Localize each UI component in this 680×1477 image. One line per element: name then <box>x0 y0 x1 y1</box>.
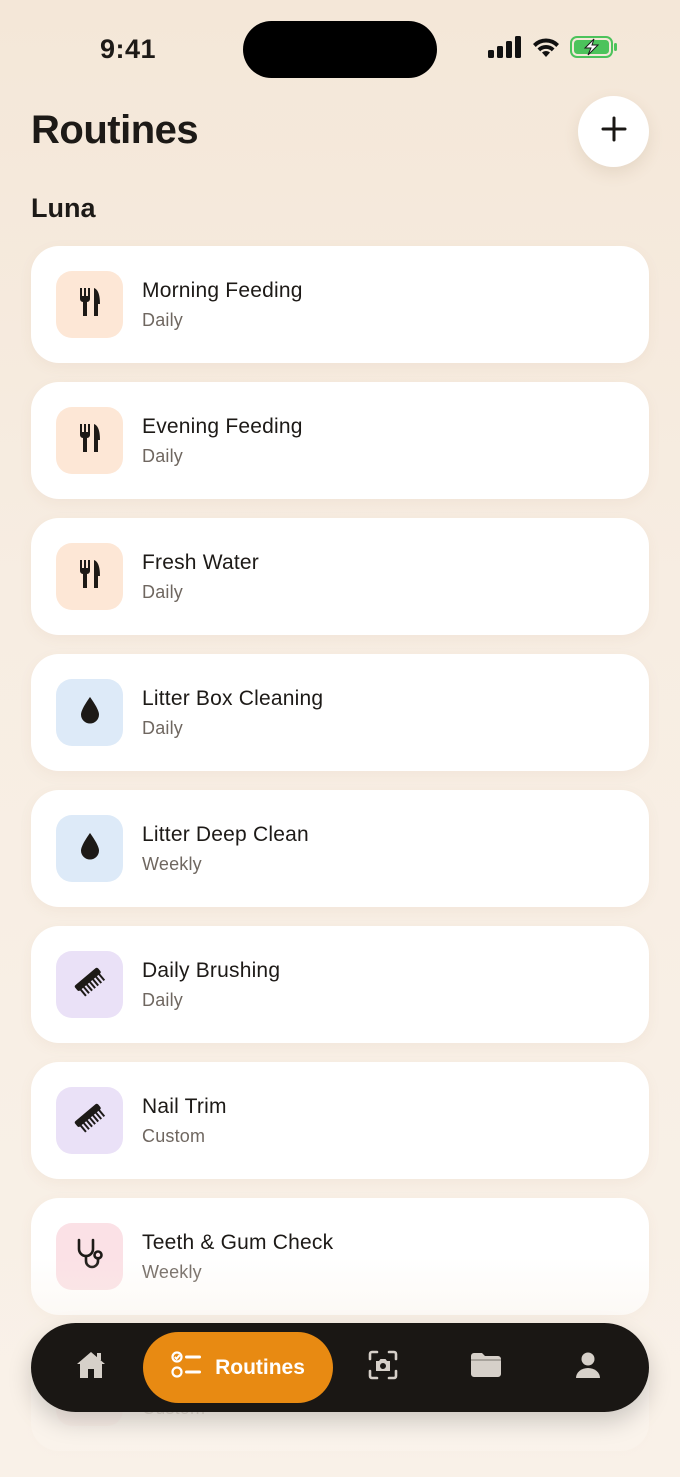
routine-card[interactable]: Litter Box Cleaning Daily <box>31 654 649 771</box>
routine-frequency: Daily <box>142 718 184 738</box>
comb-icon <box>73 1101 107 1140</box>
routine-title: Evening Feeding <box>142 415 303 438</box>
home-icon <box>74 1350 108 1385</box>
cellular-signal-icon <box>488 36 522 63</box>
pet-section-title: Luna <box>31 193 96 223</box>
routine-title: Nail Trim <box>142 1095 227 1118</box>
tab-records[interactable] <box>456 1323 516 1412</box>
utensils-icon <box>78 559 102 594</box>
routine-card[interactable]: Morning Feeding Daily <box>31 246 649 363</box>
routine-icon-badge <box>56 1223 123 1290</box>
status-time: 9:41 <box>100 34 157 64</box>
stethoscope-icon <box>73 1237 107 1276</box>
routine-icon-badge <box>56 543 123 610</box>
tab-routines[interactable]: Routines <box>143 1332 333 1403</box>
routine-title: Daily Brushing <box>142 959 281 982</box>
routine-frequency: Daily <box>142 310 184 330</box>
routine-title: Morning Feeding <box>142 279 303 302</box>
tab-bar: Routines <box>31 1323 649 1412</box>
drop-icon <box>79 696 101 729</box>
routine-icon-badge <box>56 271 123 338</box>
routine-frequency: Daily <box>142 990 184 1010</box>
routine-frequency: Weekly <box>142 1262 202 1282</box>
routine-icon-badge <box>56 1087 123 1154</box>
routine-title: Litter Deep Clean <box>142 823 309 846</box>
routine-frequency: Weekly <box>142 854 202 874</box>
status-icons <box>488 36 618 63</box>
routine-frequency: Daily <box>142 446 184 466</box>
routine-icon-badge <box>56 815 123 882</box>
tab-routines-label: Routines <box>215 1355 305 1379</box>
routine-frequency: Custom <box>142 1126 206 1146</box>
routine-title: Teeth & Gum Check <box>142 1231 334 1254</box>
drop-icon <box>79 832 101 865</box>
tab-profile[interactable] <box>558 1323 618 1412</box>
utensils-icon <box>78 287 102 322</box>
routine-icon-badge <box>56 407 123 474</box>
routine-icon-badge <box>56 951 123 1018</box>
plus-icon <box>601 116 627 147</box>
routine-frequency: Daily <box>142 582 184 602</box>
routine-card[interactable]: Daily Brushing Daily <box>31 926 649 1043</box>
dynamic-island <box>243 21 437 78</box>
wifi-icon <box>532 36 560 63</box>
routine-card[interactable]: Evening Feeding Daily <box>31 382 649 499</box>
folder-icon <box>470 1352 502 1383</box>
person-icon <box>575 1351 601 1384</box>
routine-card[interactable]: Nail Trim Custom <box>31 1062 649 1179</box>
tab-home[interactable] <box>61 1323 121 1412</box>
camera-scan-icon <box>368 1350 398 1385</box>
add-routine-button[interactable] <box>578 96 649 167</box>
routine-list: Morning Feeding Daily Evening Feeding Daily… <box>31 246 649 1470</box>
utensils-icon <box>78 423 102 458</box>
page-title: Routines <box>31 108 199 152</box>
routine-card[interactable]: Teeth & Gum Check Weekly <box>31 1198 649 1315</box>
routine-card[interactable]: Fresh Water Daily <box>31 518 649 635</box>
tab-scan[interactable] <box>353 1323 413 1412</box>
comb-icon <box>73 965 107 1004</box>
checklist-icon <box>171 1351 203 1384</box>
routine-title: Litter Box Cleaning <box>142 687 324 710</box>
status-bar: 9:41 <box>0 0 680 100</box>
routine-title: Fresh Water <box>142 551 259 574</box>
routine-card[interactable]: Litter Deep Clean Weekly <box>31 790 649 907</box>
battery-charging-icon <box>570 36 618 63</box>
routine-icon-badge <box>56 679 123 746</box>
